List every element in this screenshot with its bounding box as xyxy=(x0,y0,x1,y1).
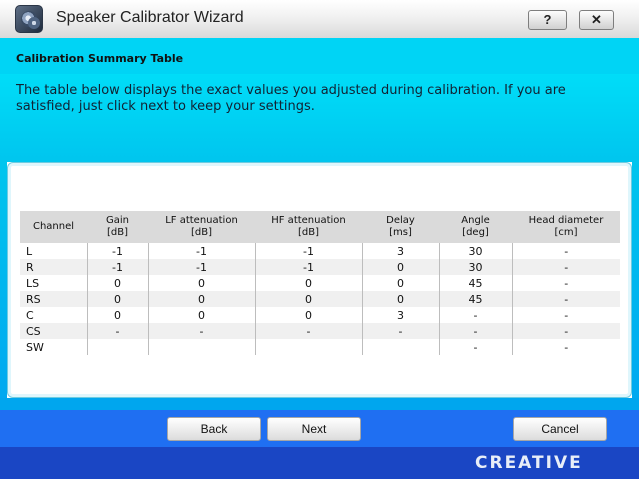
table-cell: - xyxy=(564,308,569,322)
table-cell xyxy=(148,339,256,355)
table-row: R -1 -1 -1 0 30- xyxy=(20,259,620,275)
close-button[interactable]: ✕ xyxy=(579,10,614,30)
table-cell: - xyxy=(564,244,569,258)
table-cell: - xyxy=(439,307,513,323)
table-cell: R xyxy=(20,259,88,275)
table-row: RS 0 0 0 0 45- xyxy=(20,291,620,307)
description-text: The table below displays the exact value… xyxy=(16,83,566,114)
header-channel: Channel xyxy=(20,211,87,243)
header-angle: Angle [deg] xyxy=(439,211,512,243)
table-cell: - xyxy=(439,323,513,339)
table-cell: 0 xyxy=(87,307,149,323)
table-cell: 0 xyxy=(255,275,363,291)
header-hf-attenuation: HF attenuation [dB] xyxy=(255,211,362,243)
table-cell: - xyxy=(512,291,620,307)
table-cell: 0 xyxy=(148,307,256,323)
calibration-summary-table: Channel Gain [dB] LF attenuation [dB] HF a… xyxy=(20,211,620,355)
table-cell: 30 xyxy=(439,259,513,275)
table-cell: 0 xyxy=(255,307,363,323)
table-cell: 30 xyxy=(439,243,513,259)
table-cell: RS xyxy=(20,291,88,307)
speaker-icon xyxy=(15,5,43,33)
table-row: SW - - xyxy=(20,339,620,355)
table-cell: - xyxy=(564,340,569,354)
table-cell: 3 xyxy=(362,243,440,259)
table-cell: SW xyxy=(20,339,88,355)
table-cell xyxy=(255,339,363,355)
back-button[interactable]: Back xyxy=(167,417,261,441)
table-header-row: Channel Gain [dB] LF attenuation [dB] HF a… xyxy=(20,211,620,243)
side-strip-left xyxy=(0,162,7,402)
table-cell: - xyxy=(148,323,256,339)
table-cell: -1 xyxy=(148,243,256,259)
table-cell: - xyxy=(362,323,440,339)
table-cell: LS xyxy=(20,275,88,291)
table-cell: 0 xyxy=(87,275,149,291)
creative-logo: CREATIVE xyxy=(475,453,583,473)
table-row: L -1 -1 -1 3 30- xyxy=(20,243,620,259)
section-title: Calibration Summary Table xyxy=(16,52,184,65)
table-row: CS - - - - - - xyxy=(20,323,620,339)
table-cell: 45 xyxy=(439,291,513,307)
table-cell: 0 xyxy=(255,291,363,307)
header-lf-attenuation: LF attenuation [dB] xyxy=(148,211,255,243)
help-button[interactable]: ? xyxy=(528,10,567,30)
table-cell: - xyxy=(439,339,513,355)
table-cell xyxy=(362,339,440,355)
table-cell: 0 xyxy=(362,291,440,307)
header-gain: Gain [dB] xyxy=(87,211,148,243)
table-cell: 0 xyxy=(148,275,256,291)
table-cell: CS xyxy=(20,323,88,339)
table-cell: - xyxy=(512,259,620,275)
table-cell: 0 xyxy=(87,291,149,307)
title-bar: Speaker Calibrator Wizard ? ✕ xyxy=(0,0,639,38)
table-cell: - xyxy=(512,323,620,339)
window-title: Speaker Calibrator Wizard xyxy=(56,9,244,26)
cancel-button[interactable]: Cancel xyxy=(513,417,607,441)
table-cell: 3 xyxy=(362,307,440,323)
table-cell: L xyxy=(20,243,88,259)
table-cell: -1 xyxy=(148,259,256,275)
table-cell: -1 xyxy=(255,259,363,275)
lower-band xyxy=(0,398,639,410)
table-cell: 0 xyxy=(362,275,440,291)
table-cell: - xyxy=(87,323,149,339)
side-strip-right xyxy=(632,162,639,402)
table-cell: -1 xyxy=(87,243,149,259)
table-row: C0003-- xyxy=(20,307,620,323)
table-cell xyxy=(87,339,149,355)
header-head-diameter: Head diameter [cm] xyxy=(512,211,620,243)
table-cell: -1 xyxy=(255,243,363,259)
table-row: LS 0 0 0 0 45- xyxy=(20,275,620,291)
table-cell: C xyxy=(20,307,88,323)
table-cell: - xyxy=(564,276,569,290)
header-delay: Delay [ms] xyxy=(362,211,439,243)
table-cell: - xyxy=(255,323,363,339)
table-cell: -1 xyxy=(87,259,149,275)
table-cell: 0 xyxy=(362,259,440,275)
next-button[interactable]: Next xyxy=(267,417,361,441)
table-cell: 45 xyxy=(439,275,513,291)
table-cell: 0 xyxy=(148,291,256,307)
